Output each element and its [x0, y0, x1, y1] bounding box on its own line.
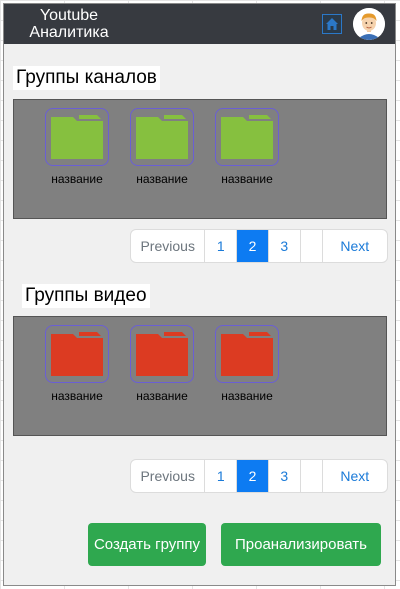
- channel-folder-3[interactable]: название: [213, 108, 281, 186]
- analyze-button[interactable]: Проанализировать: [221, 523, 381, 566]
- folder-label: название: [136, 389, 188, 403]
- folder-label: название: [221, 172, 273, 186]
- folder-icon: [221, 115, 273, 159]
- pagination-page-1[interactable]: 1: [205, 230, 238, 262]
- pagination-page-3[interactable]: 3: [269, 230, 301, 262]
- video-folder-1[interactable]: название: [43, 325, 111, 403]
- folder-icon: [136, 115, 188, 159]
- channel-groups-panel: название название название: [13, 99, 387, 219]
- app-title: Youtube Аналитика: [29, 7, 109, 41]
- avatar[interactable]: [353, 8, 385, 40]
- pagination-page-2[interactable]: 2: [237, 230, 269, 262]
- app-header: Youtube Аналитика: [4, 4, 395, 44]
- folder-icon: [221, 332, 273, 376]
- pagination-previous[interactable]: Previous: [131, 460, 206, 492]
- home-icon: [326, 18, 338, 30]
- channel-folder-1[interactable]: название: [43, 108, 111, 186]
- pagination-page-1[interactable]: 1: [205, 460, 238, 492]
- pagination-page-2[interactable]: 2: [237, 460, 269, 492]
- home-button[interactable]: [322, 14, 342, 34]
- pagination-spacer: [301, 230, 323, 262]
- create-group-button[interactable]: Создать группу: [88, 523, 206, 566]
- pagination-spacer: [301, 460, 323, 492]
- folder-label: название: [136, 172, 188, 186]
- user-avatar-icon: [353, 8, 385, 40]
- pagination-next[interactable]: Next: [323, 230, 387, 262]
- folder-icon: [136, 332, 188, 376]
- video-folder-2[interactable]: название: [128, 325, 196, 403]
- app-window: Youtube Аналитика Группы каналов названи…: [3, 3, 396, 586]
- video-folder-3[interactable]: название: [213, 325, 281, 403]
- folder-label: название: [51, 172, 103, 186]
- pagination-previous[interactable]: Previous: [131, 230, 206, 262]
- channel-groups-title: Группы каналов: [13, 66, 160, 90]
- pagination-page-3[interactable]: 3: [269, 460, 301, 492]
- channel-groups-pagination: Previous 1 2 3 Next: [130, 229, 388, 263]
- video-groups-title: Группы видео: [22, 284, 150, 308]
- channel-folder-2[interactable]: название: [128, 108, 196, 186]
- folder-label: название: [51, 389, 103, 403]
- folder-label: название: [221, 389, 273, 403]
- folder-icon: [51, 115, 103, 159]
- folder-icon: [51, 332, 103, 376]
- video-groups-pagination: Previous 1 2 3 Next: [130, 459, 388, 493]
- pagination-next[interactable]: Next: [323, 460, 387, 492]
- video-groups-panel: название название название: [13, 316, 387, 436]
